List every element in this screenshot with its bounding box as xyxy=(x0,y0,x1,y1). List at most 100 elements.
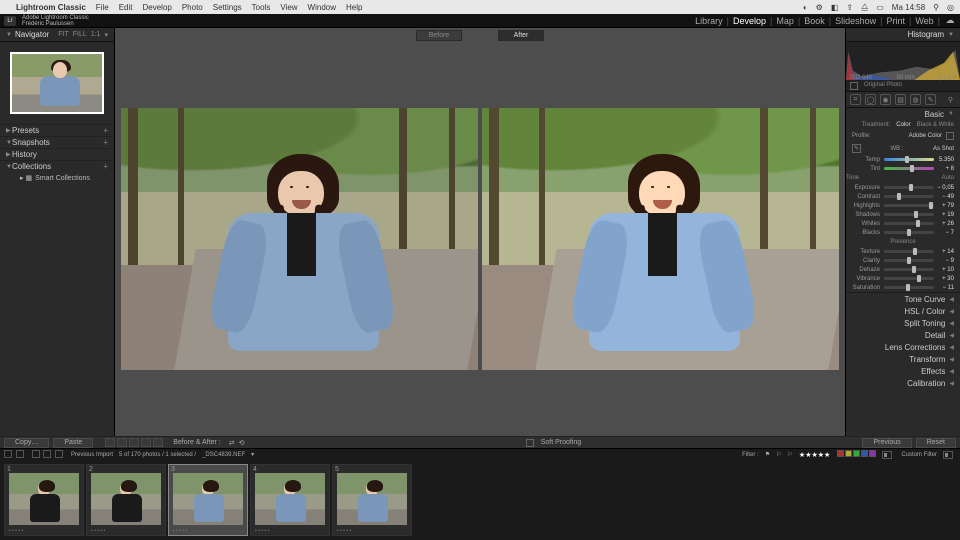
filmstrip-thumb[interactable]: 2• • • • • xyxy=(86,464,166,536)
grid-icon[interactable] xyxy=(32,450,40,458)
saturation-slider[interactable]: Saturation− 11 xyxy=(846,283,960,292)
compare-view-icon[interactable] xyxy=(117,438,127,447)
menu-file[interactable]: File xyxy=(96,3,109,12)
module-slideshow[interactable]: Slideshow xyxy=(835,16,876,26)
nav-mode-1to1[interactable]: 1:1 xyxy=(91,31,101,39)
temp-slider[interactable]: Temp5.350 xyxy=(846,155,960,164)
color-filter[interactable] xyxy=(836,450,876,459)
back-icon[interactable] xyxy=(43,450,51,458)
profile-value[interactable]: Adobe Color xyxy=(909,133,942,139)
panel-tone-curve[interactable]: Tone Curve◀ xyxy=(846,293,960,305)
thumb-rating[interactable]: • • • • • xyxy=(169,527,247,535)
nav-mode-fit[interactable]: FIT xyxy=(58,31,69,39)
flag-unflagged-icon[interactable]: ⚐ xyxy=(776,451,781,458)
second-display-icon[interactable] xyxy=(16,450,24,458)
highlights-slider[interactable]: Highlights+ 79 xyxy=(846,201,960,210)
wb-value[interactable]: As Shot xyxy=(933,146,954,152)
basic-panel-header[interactable]: Basic▼ xyxy=(846,108,960,120)
menu-view[interactable]: View xyxy=(280,3,297,12)
filmstrip-thumb[interactable]: 1• • • • • xyxy=(4,464,84,536)
panel-effects[interactable]: Effects◀ xyxy=(846,365,960,377)
before-preview[interactable] xyxy=(121,108,478,370)
dehaze-slider[interactable]: Dehaze+ 10 xyxy=(846,265,960,274)
breadcrumb-menu[interactable]: ▾ xyxy=(251,451,254,458)
after-preview[interactable] xyxy=(482,108,839,370)
panel-split-toning[interactable]: Split Toning◀ xyxy=(846,317,960,329)
exposure-slider[interactable]: Exposure− 0,05 xyxy=(846,183,960,192)
menu-photo[interactable]: Photo xyxy=(182,3,203,12)
before-tab[interactable]: Before xyxy=(416,30,462,41)
panel-calibration[interactable]: Calibration◀ xyxy=(846,377,960,389)
panel-collections[interactable]: ▼Collections+ xyxy=(0,160,114,172)
smart-collections[interactable]: ▸ ▦Smart Collections xyxy=(0,172,114,184)
vibrance-slider[interactable]: Vibrance+ 30 xyxy=(846,274,960,283)
previous-button[interactable]: Previous xyxy=(862,438,911,448)
panel-transform[interactable]: Transform◀ xyxy=(846,353,960,365)
shadows-slider[interactable]: Shadows+ 19 xyxy=(846,210,960,219)
filmstrip-thumb[interactable]: 4• • • • • xyxy=(250,464,330,536)
module-web[interactable]: Web xyxy=(915,16,933,26)
whites-slider[interactable]: Whites+ 26 xyxy=(846,219,960,228)
treatment-bw[interactable]: Black & White xyxy=(917,122,954,128)
paste-button[interactable]: Paste xyxy=(53,438,93,448)
eyedropper-icon[interactable]: ✎ xyxy=(852,144,861,153)
loupe-view-icon[interactable] xyxy=(105,438,115,447)
forward-icon[interactable] xyxy=(55,450,63,458)
treatment-color[interactable]: Color xyxy=(896,122,910,128)
menubar-wifi-icon[interactable]: ⧋ xyxy=(861,2,868,12)
custom-filter[interactable]: Custom Filter xyxy=(901,452,937,458)
menu-edit[interactable]: Edit xyxy=(119,3,133,12)
breadcrumb-source[interactable]: Previous Import xyxy=(71,452,113,458)
panel-presets[interactable]: ▶Presets+ xyxy=(0,124,114,136)
thumb-rating[interactable]: • • • • • xyxy=(5,527,83,535)
brush-tool-icon[interactable]: ✎ xyxy=(925,94,936,105)
histogram-header[interactable]: Histogram ▼ xyxy=(846,28,960,42)
menubar-extra-icon[interactable]: ◐ xyxy=(803,3,808,12)
module-develop[interactable]: Develop xyxy=(733,16,766,26)
star-filter[interactable]: ★★★★★ xyxy=(799,451,830,459)
menu-settings[interactable]: Settings xyxy=(213,3,242,12)
menubar-extra-icon[interactable]: ⚙︎ xyxy=(816,3,823,12)
nav-zoom-menu[interactable]: ▾ xyxy=(104,31,108,39)
menu-window[interactable]: Window xyxy=(308,3,336,12)
crop-tool-icon[interactable]: ⌗ xyxy=(850,94,861,105)
copy-ba-icon[interactable]: ⟲ xyxy=(239,439,245,447)
navigator-header[interactable]: ▼ Navigator FIT FILL 1:1 ▾ xyxy=(0,28,114,42)
auto-tone-button[interactable]: Auto xyxy=(942,175,960,181)
menu-develop[interactable]: Develop xyxy=(142,3,171,12)
contrast-slider[interactable]: Contrast− 49 xyxy=(846,192,960,201)
spot-tool-icon[interactable]: ◯ xyxy=(865,94,876,105)
module-map[interactable]: Map xyxy=(776,16,794,26)
blacks-slider[interactable]: Blacks− 7 xyxy=(846,228,960,237)
panel-hsl[interactable]: HSL / Color◀ xyxy=(846,305,960,317)
thumb-rating[interactable]: • • • • • xyxy=(87,527,165,535)
tint-slider[interactable]: Tint+ 8 xyxy=(846,164,960,173)
main-display-icon[interactable] xyxy=(4,450,12,458)
panel-detail[interactable]: Detail◀ xyxy=(846,329,960,341)
filmstrip[interactable]: 1• • • • •2• • • • •3• • • • •4• • • • •… xyxy=(0,460,960,540)
clarity-slider[interactable]: Clarity− 9 xyxy=(846,256,960,265)
ba-vert-icon[interactable] xyxy=(141,438,151,447)
navigator-thumbnail[interactable] xyxy=(10,52,104,114)
menubar-extra-icon[interactable]: ⇪ xyxy=(846,3,853,12)
redeye-tool-icon[interactable]: ◉ xyxy=(880,94,891,105)
menubar-clock[interactable]: Ma 14:58 xyxy=(892,3,925,12)
nav-mode-fill[interactable]: FILL xyxy=(73,31,87,39)
ba-horiz-icon[interactable] xyxy=(129,438,139,447)
flag-rejected-icon[interactable]: ⚐ xyxy=(788,451,793,458)
module-print[interactable]: Print xyxy=(886,16,905,26)
swap-icon[interactable]: ⇄ xyxy=(229,439,235,447)
reset-button[interactable]: Reset xyxy=(916,438,956,448)
radial-tool-icon[interactable]: ◍ xyxy=(910,94,921,105)
copy-button[interactable]: Copy… xyxy=(4,438,49,448)
module-book[interactable]: Book xyxy=(804,16,825,26)
menubar-search-icon[interactable]: ⚲ xyxy=(933,3,939,12)
cloud-sync-icon[interactable]: ☁ xyxy=(944,15,956,26)
module-library[interactable]: Library xyxy=(695,16,723,26)
panel-snapshots[interactable]: ▼Snapshots+ xyxy=(0,136,114,148)
filter-lock-switch[interactable] xyxy=(943,451,953,459)
menu-help[interactable]: Help xyxy=(346,3,362,12)
profile-browser-icon[interactable] xyxy=(946,132,954,140)
filter-switch[interactable] xyxy=(882,451,892,459)
thumb-rating[interactable]: • • • • • xyxy=(333,527,411,535)
